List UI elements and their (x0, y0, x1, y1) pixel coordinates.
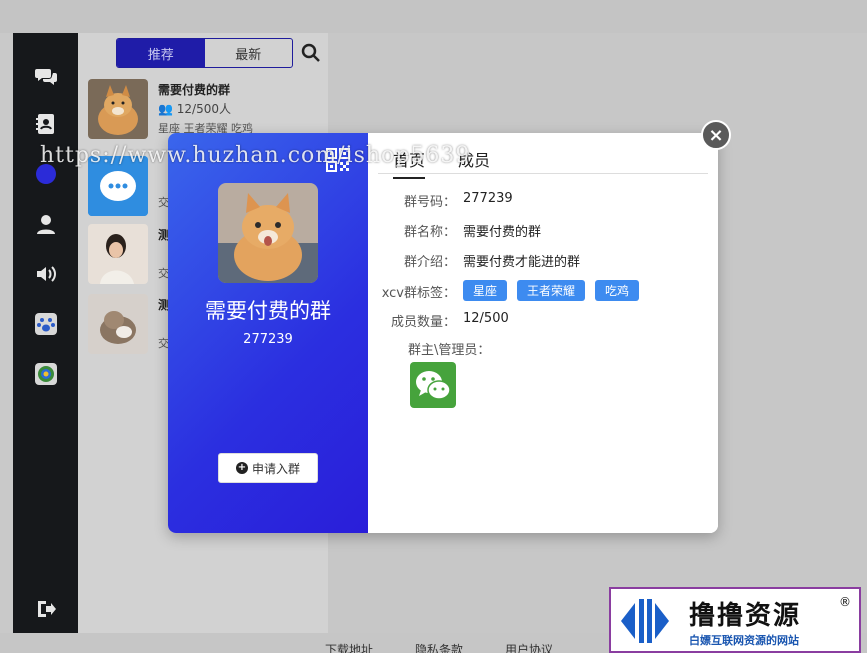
tag-badge[interactable]: 王者荣耀 (517, 280, 586, 301)
join-group-button[interactable]: + 申请入群 (218, 453, 318, 483)
search-icon[interactable] (301, 43, 321, 63)
logo-subtitle: 白嫖互联网资源的网站 (689, 634, 799, 647)
tab-recommend[interactable]: 推荐 (117, 39, 205, 67)
sidebar (13, 33, 78, 633)
speaker-icon[interactable] (33, 261, 59, 287)
modal-left-panel: 需要付费的群 277239 + 申请入群 (168, 133, 368, 533)
footer-agreement-link[interactable]: 用户协议 (505, 641, 553, 653)
admin-avatar[interactable] (410, 362, 456, 408)
info-label: 群介绍： (403, 255, 456, 270)
logo-title: 撸撸资源 (689, 601, 802, 631)
info-row-name: 群名称： 需要付费的群 (368, 221, 718, 243)
group-thumb-cat (88, 294, 148, 354)
paw-icon[interactable] (33, 311, 59, 337)
chat-icon[interactable] (33, 63, 59, 89)
info-label: 群号码： (403, 195, 456, 210)
group-name: 需要付费的群 (158, 83, 231, 97)
list-tabs: 推荐 最新 (116, 38, 293, 68)
logo-mark-icon (617, 593, 673, 649)
site-logo: 撸撸资源 ® 白嫖互联网资源的网站 (609, 587, 861, 653)
tag-list: 星座 王者荣耀 吃鸡 (463, 280, 649, 301)
info-row-members: 成员数量： 12/500 (368, 311, 718, 333)
tab-latest[interactable]: 最新 (205, 39, 293, 67)
close-icon: × (708, 124, 724, 146)
info-label: 成员数量： (390, 315, 456, 330)
group-detail-modal: 需要付费的群 277239 + 申请入群 首页 成员 群号码： 277239 群… (168, 133, 718, 533)
tag-badge[interactable]: 吃鸡 (595, 280, 640, 301)
tag-badge[interactable]: 星座 (463, 280, 508, 301)
group-avatar (218, 183, 318, 283)
group-count: 👥 12/500人 (158, 102, 231, 116)
list-item[interactable]: 需要付费的群 👥 12/500人 星座 王者荣耀 吃鸡 (88, 79, 323, 141)
info-row-tags: xcv群标签： 星座 王者荣耀 吃鸡 (368, 280, 718, 302)
modal-group-number: 277239 (243, 332, 293, 347)
people-icon: 👥 (158, 102, 173, 116)
wechat-icon (416, 371, 451, 400)
user-icon[interactable] (33, 211, 59, 237)
info-row-intro: 群介绍： 需要付费才能进的群 (368, 251, 718, 273)
plus-circle-icon: + (235, 462, 248, 474)
modal-right-panel: 首页 成员 群号码： 277239 群名称： 需要付费的群 群介绍： 需要付费才… (368, 133, 718, 533)
app-icon[interactable] (33, 361, 59, 387)
info-value: 277239 (463, 191, 513, 206)
top-band (0, 0, 867, 33)
admins-label: 群主\管理员： (408, 343, 491, 358)
watermark-url: https://www.huzhan.com/ishop5639 (40, 143, 471, 168)
logout-icon[interactable] (33, 596, 59, 622)
info-row-number: 群号码： 277239 (368, 191, 718, 213)
info-value: 需要付费才能进的群 (463, 255, 581, 270)
contacts-icon[interactable] (33, 111, 59, 137)
info-label: 群名称： (403, 225, 456, 240)
info-label: xcv群标签： (381, 286, 456, 301)
join-group-label: 申请入群 (251, 461, 300, 476)
footer-download-link[interactable]: 下载地址 (325, 641, 373, 653)
modal-group-name: 需要付费的群 (205, 299, 331, 323)
logo-registered-mark: ® (839, 595, 851, 609)
group-thumb-woman (88, 224, 148, 284)
footer-privacy-link[interactable]: 隐私条款 (415, 641, 463, 653)
info-value: 需要付费的群 (463, 225, 542, 240)
close-modal-button[interactable]: × (701, 120, 731, 150)
info-value: 12/500 (463, 311, 509, 326)
group-thumb-dog (88, 79, 148, 139)
